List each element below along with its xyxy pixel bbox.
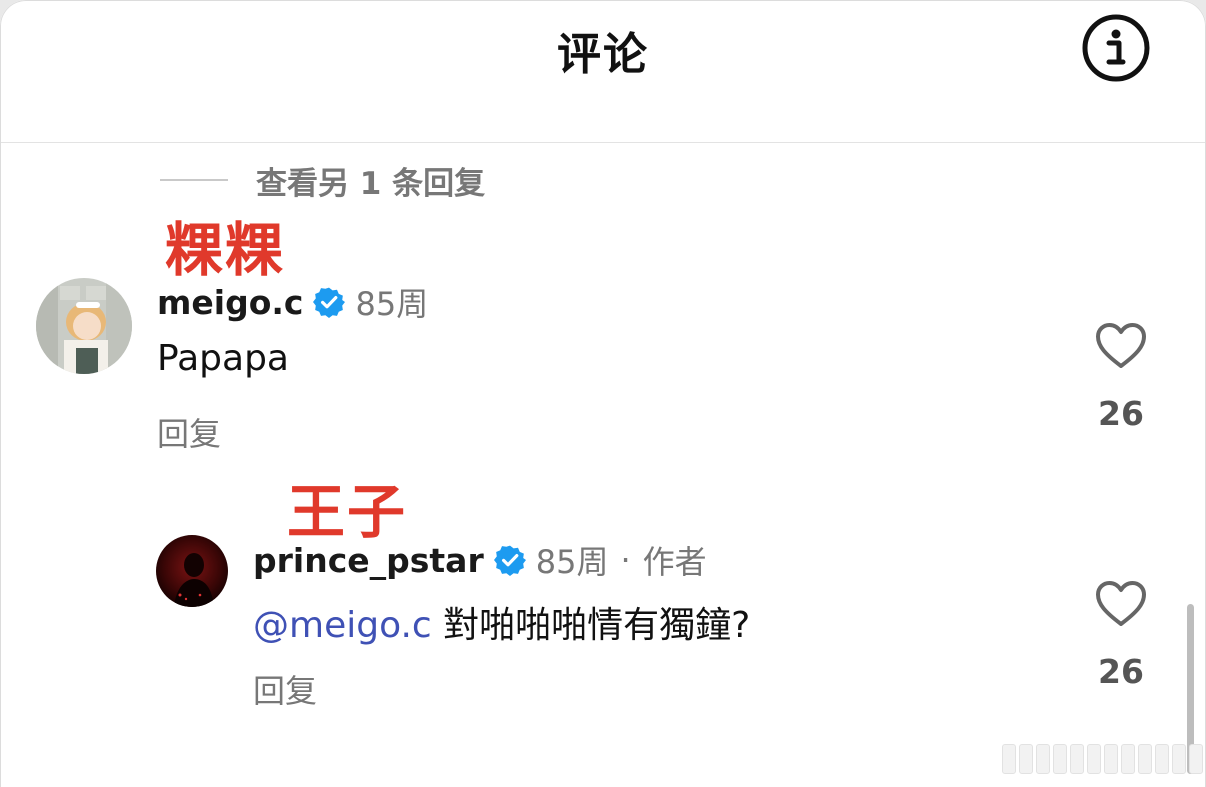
like-control: 26 [1076,580,1166,691]
annotation-label-2: 王子 [287,478,408,546]
info-button[interactable] [1080,12,1152,84]
username[interactable]: meigo.c [157,283,303,322]
heart-icon[interactable] [1095,322,1147,370]
like-count: 26 [1098,652,1144,691]
like-count: 26 [1098,394,1144,433]
avatar-photo [156,535,228,607]
view-more-replies-button[interactable]: 查看另 1 条回复 [160,158,485,202]
comment-body: 對啪啪啪情有獨鐘? [431,605,751,646]
meta-separator: · [620,541,631,579]
watermark-segment [1121,744,1135,774]
heart-icon[interactable] [1095,580,1147,628]
username[interactable]: prince_pstar [253,541,484,580]
avatar[interactable] [156,535,228,607]
comment-text: Papapa [157,338,289,379]
watermark-segment [1138,744,1152,774]
comments-header: 评论 [0,0,1206,143]
author-badge: 作者 [642,543,707,581]
scrollbar[interactable] [1187,604,1194,774]
comment-meta: prince_pstar 85周 · 作者 [253,538,707,582]
page-title: 评论 [557,29,649,80]
annotation-label-1: 粿粿 [165,216,286,284]
comment-text: @meigo.c 對啪啪啪情有獨鐘? [253,596,750,648]
avatar[interactable] [36,278,132,374]
comment-time: 85周 [535,543,609,581]
info-circle-icon [1082,14,1150,82]
watermark-segment [1172,744,1186,774]
verified-badge-icon [313,287,346,318]
watermark-segment [1087,744,1101,774]
verified-badge-icon [493,545,526,576]
view-more-replies-label: 查看另 1 条回复 [256,165,486,202]
reply-button[interactable]: 回复 [157,409,221,455]
avatar-photo [36,278,132,374]
watermark-segment [1104,744,1118,774]
like-control: 26 [1076,322,1166,433]
watermark-segment [1002,744,1016,774]
comment-time: 85周 [355,285,429,323]
watermark-segment [1053,744,1067,774]
thread-line [160,179,228,181]
watermark-segment [1019,744,1033,774]
mention-link[interactable]: @meigo.c [253,605,432,646]
watermark-segment [1036,744,1050,774]
watermark-segment [1155,744,1169,774]
comment-meta: meigo.c 85周 [157,280,428,324]
comments-sheet: 评论 查看另 1 条回复 粿粿 meigo.c 85周 Papapa 回复 26… [0,0,1206,787]
reply-button[interactable]: 回复 [253,666,317,712]
watermark-strip [1002,744,1203,774]
watermark-segment [1070,744,1084,774]
